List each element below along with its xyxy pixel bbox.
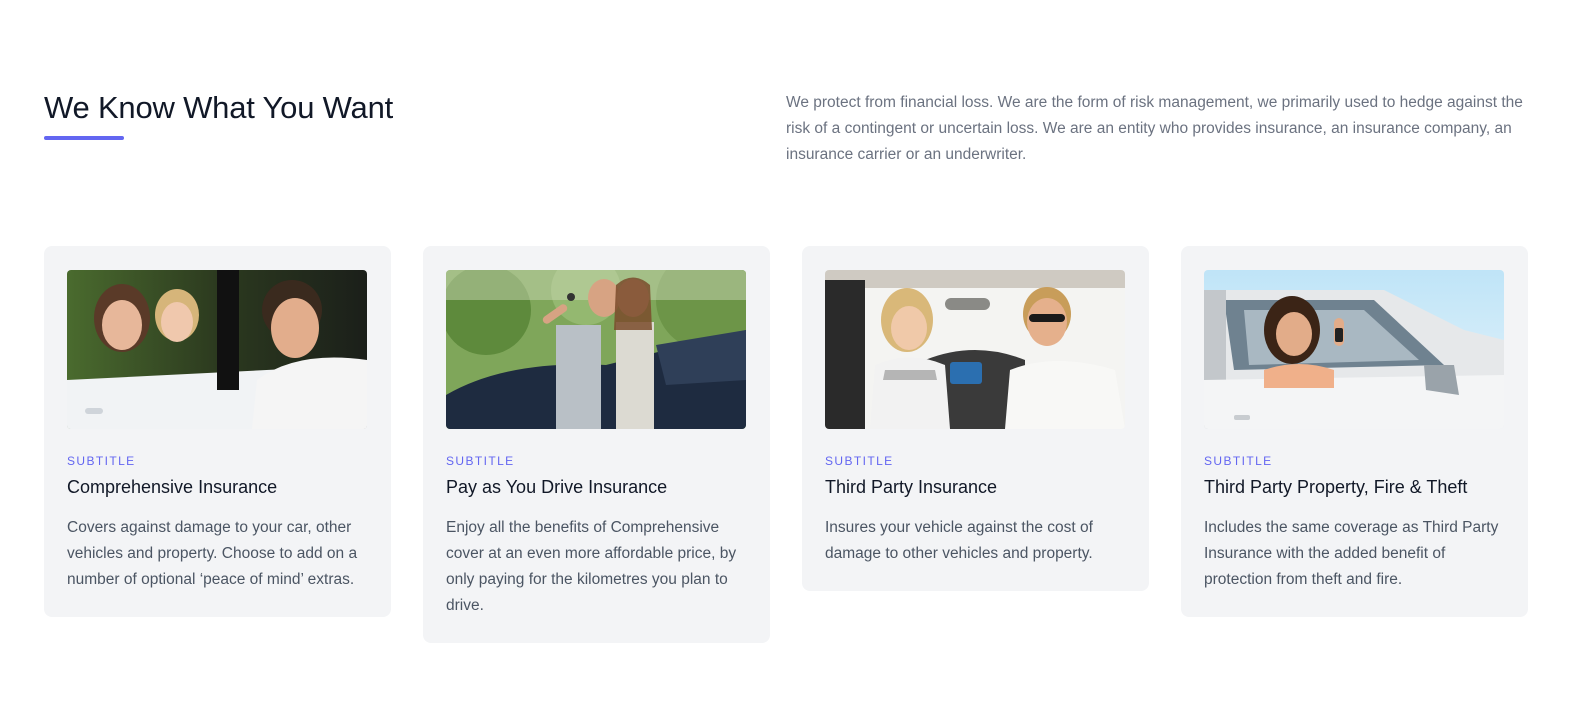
- heading-underline: [44, 136, 124, 140]
- card-subtitle: SUBTITLE: [67, 454, 136, 468]
- couple-with-car-keys-image: [446, 270, 746, 429]
- woman-with-keys-in-car-image: [1204, 270, 1504, 429]
- woman-with-keys-in-car-photo: [1204, 270, 1504, 429]
- card-subtitle: SUBTITLE: [1204, 454, 1273, 468]
- card-title[interactable]: Third Party Property, Fire & Theft: [1204, 475, 1505, 499]
- couple-inside-car-image: [825, 270, 1125, 429]
- insurance-card-third-party-fire-theft[interactable]: SUBTITLE Third Party Property, Fire & Th…: [1181, 246, 1528, 617]
- card-description: Insures your vehicle against the cost of…: [825, 519, 1093, 562]
- family-in-car-photo: [67, 270, 367, 429]
- section-heading: We Know What You Want: [44, 90, 394, 125]
- section-intro: We protect from financial loss. We are t…: [786, 94, 1523, 163]
- insurance-card-comprehensive[interactable]: SUBTITLE Comprehensive Insurance Covers …: [44, 246, 391, 617]
- insurance-card-pay-as-you-drive[interactable]: SUBTITLE Pay as You Drive Insurance Enjo…: [423, 246, 770, 643]
- card-subtitle: SUBTITLE: [825, 454, 894, 468]
- card-grid: SUBTITLE Comprehensive Insurance Covers …: [44, 246, 1536, 643]
- insurance-card-third-party[interactable]: SUBTITLE Third Party Insurance Insures y…: [802, 246, 1149, 591]
- heading-block: We Know What You Want: [44, 90, 393, 140]
- card-title[interactable]: Third Party Insurance: [825, 475, 1126, 499]
- couple-with-car-keys-photo: [446, 270, 746, 429]
- card-title[interactable]: Pay as You Drive Insurance: [446, 475, 747, 499]
- couple-inside-car-photo: [825, 270, 1125, 429]
- card-subtitle: SUBTITLE: [446, 454, 515, 468]
- card-title[interactable]: Comprehensive Insurance: [67, 475, 368, 499]
- family-in-car-image: [67, 270, 367, 429]
- card-description: Includes the same coverage as Third Part…: [1204, 519, 1499, 588]
- card-description: Enjoy all the benefits of Comprehensive …: [446, 519, 737, 614]
- insurance-section: We Know What You Want We protect from fi…: [44, 0, 1536, 711]
- card-description: Covers against damage to your car, other…: [67, 519, 358, 588]
